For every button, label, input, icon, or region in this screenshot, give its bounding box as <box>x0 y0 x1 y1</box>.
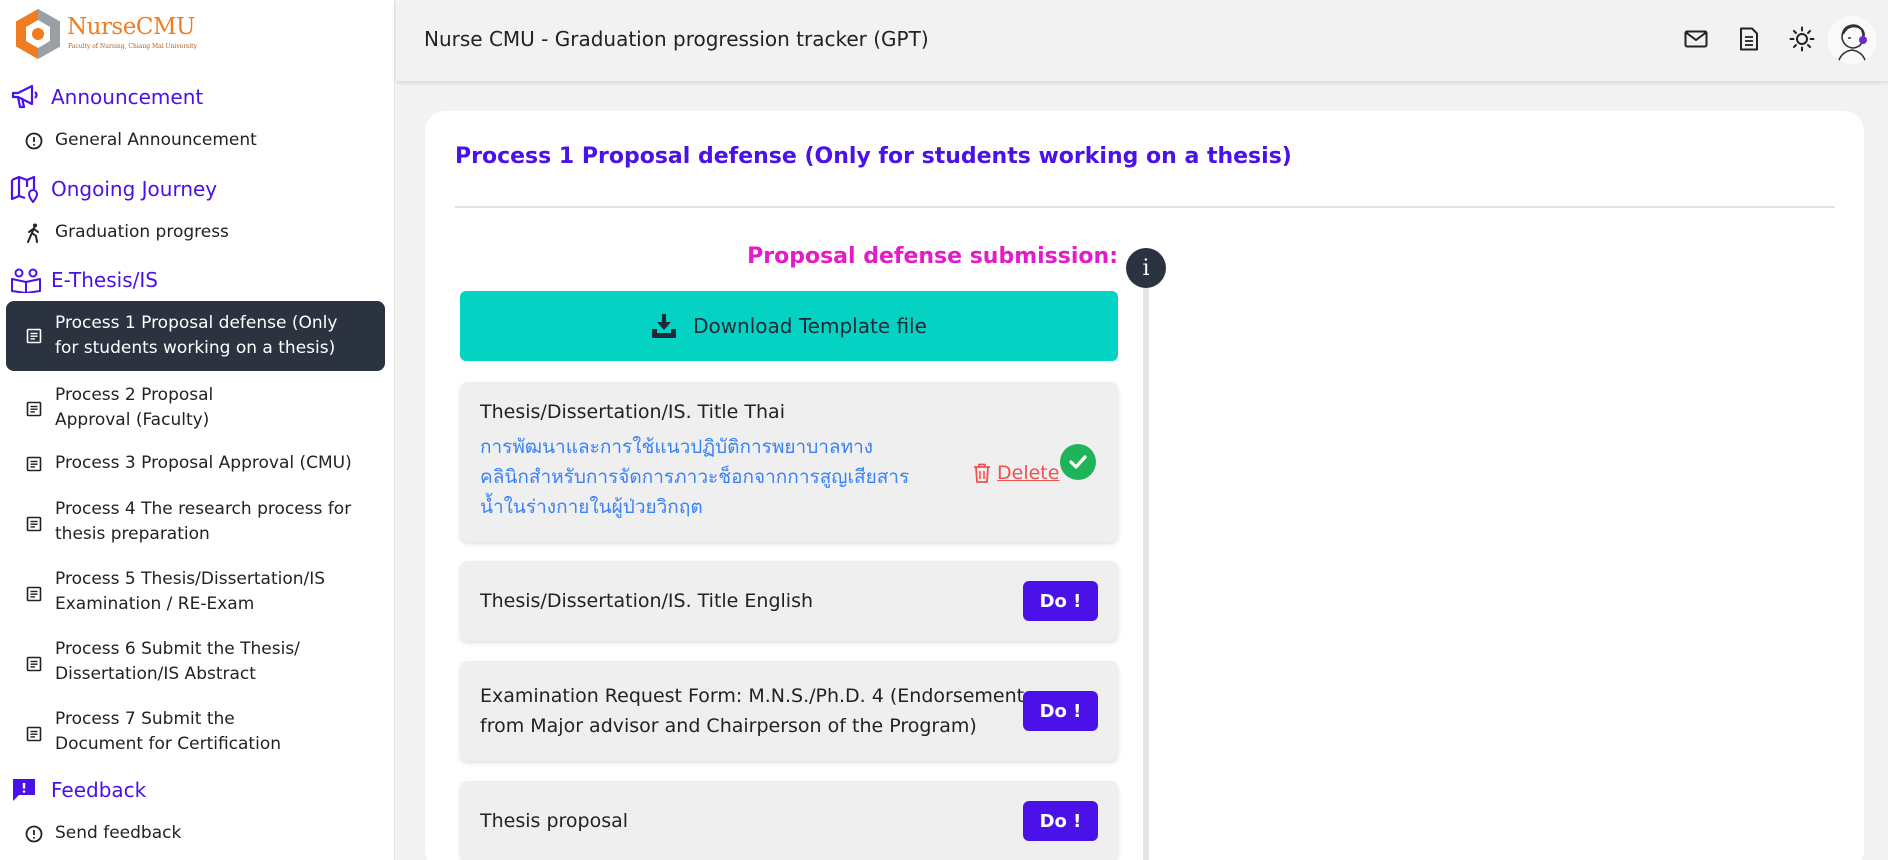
step-title-thai: Thesis/Dissertation/IS. Title Thai การพั… <box>460 382 1118 542</box>
sidebar-item-label: General Announcement <box>55 130 257 150</box>
info-glyph: i <box>1142 255 1150 281</box>
hexagon-logo-icon <box>16 9 60 59</box>
sidebar-item-label: Send feedback <box>55 823 182 843</box>
step-label: Thesis proposal <box>480 810 629 832</box>
title-thai-value: การพัฒนาและการใช้แนวปฏิบัติการพยาบาลทางค… <box>480 436 910 518</box>
sidebar-item-label: Process 3 Proposal Approval (CMU) <box>55 453 352 473</box>
document-icon <box>24 654 44 674</box>
document-icon <box>24 514 44 534</box>
do-button[interactable]: Do ! <box>1023 801 1098 841</box>
divider <box>455 206 1835 208</box>
document-icon <box>24 584 44 604</box>
logo-subtitle: Faculty of Nursing, Chiang Mai Universit… <box>68 43 197 50</box>
section-title: Announcement <box>51 85 204 109</box>
check-circle-icon <box>1060 444 1096 480</box>
section-announcement: Announcement <box>10 82 203 112</box>
step-examination-request-form: Examination Request Form: M.N.S./Ph.D. 4… <box>460 661 1118 761</box>
alert-circle-icon <box>24 824 44 844</box>
sidebar-item-process-6[interactable]: Process 6 Submit the Thesis/ Dissertatio… <box>6 636 385 692</box>
document-icon <box>24 326 44 346</box>
section-ongoing-journey: Ongoing Journey <box>10 174 217 204</box>
download-template-button[interactable]: Download Template file <box>460 291 1118 361</box>
delete-button[interactable]: Delete <box>973 462 1059 484</box>
step-thesis-proposal: Thesis proposal Do ! <box>460 781 1118 860</box>
section-feedback: Feedback <box>10 775 146 805</box>
sidebar-item-process-5[interactable]: Process 5 Thesis/Dissertation/IS Examina… <box>6 566 385 622</box>
sidebar-item-graduation-progress[interactable]: Graduation progress <box>6 219 385 247</box>
section-title: Ongoing Journey <box>51 177 218 201</box>
do-button[interactable]: Do ! <box>1023 581 1098 621</box>
sidebar-item-label: Process 2 Proposal Approval (Faculty) <box>55 385 214 430</box>
info-icon[interactable]: i <box>1126 248 1166 288</box>
walking-icon <box>24 223 44 243</box>
logo-name: NurseCMU <box>67 14 195 40</box>
sidebar-item-process-4[interactable]: Process 4 The research process for thesi… <box>6 496 385 552</box>
timeline-line <box>1143 288 1149 860</box>
document-list-icon[interactable] <box>1736 26 1762 52</box>
sidebar-item-label: Process 7 Submit the Document for Certif… <box>55 709 281 754</box>
step-label: Thesis/Dissertation/IS. Title Thai <box>480 401 785 423</box>
sidebar-item-label: Process 6 Submit the Thesis/ Dissertatio… <box>55 639 300 684</box>
trash-icon <box>974 463 990 483</box>
main-card: Process 1 Proposal defense (Only for stu… <box>425 111 1864 860</box>
sidebar: NurseCMU Faculty of Nursing, Chiang Mai … <box>0 0 395 860</box>
user-avatar[interactable] <box>1828 16 1876 64</box>
step-label: Thesis/Dissertation/IS. Title English <box>480 590 814 612</box>
sidebar-item-general-announcement[interactable]: General Announcement <box>6 127 385 155</box>
page-title: Process 1 Proposal defense (Only for stu… <box>455 144 1292 169</box>
document-icon <box>24 454 44 474</box>
sidebar-item-process-7[interactable]: Process 7 Submit the Document for Certif… <box>6 706 385 762</box>
do-button[interactable]: Do ! <box>1023 691 1098 731</box>
nursecmu-logo[interactable]: NurseCMU Faculty of Nursing, Chiang Mai … <box>14 8 197 60</box>
download-label: Download Template file <box>693 314 927 338</box>
section-title: Feedback <box>51 778 147 802</box>
alert-circle-icon <box>24 131 44 151</box>
sidebar-item-process-2[interactable]: Process 2 Proposal Approval (Faculty) <box>6 381 385 437</box>
megaphone-icon <box>10 82 42 112</box>
sidebar-item-label: Process 5 Thesis/Dissertation/IS Examina… <box>55 569 326 614</box>
step-label: Examination Request Form: M.N.S./Ph.D. 4… <box>480 685 1025 737</box>
section-title: E-Thesis/IS <box>51 268 158 292</box>
document-icon <box>24 724 44 744</box>
download-icon <box>652 314 677 338</box>
sidebar-item-label: Graduation progress <box>55 222 229 242</box>
avatar-illustration-icon <box>1828 16 1876 64</box>
sidebar-item-label: Process 1 Proposal defense (Only for stu… <box>55 313 338 358</box>
delete-label: Delete <box>997 462 1060 484</box>
sidebar-item-label: Process 4 The research process for thesi… <box>55 499 352 544</box>
app-title: Nurse CMU - Graduation progression track… <box>424 27 929 51</box>
step-title-english: Thesis/Dissertation/IS. Title English Do… <box>460 561 1118 641</box>
feedback-icon <box>10 775 42 805</box>
document-icon <box>24 399 44 419</box>
sun-icon[interactable] <box>1789 26 1815 52</box>
sidebar-item-process-1[interactable]: Process 1 Proposal defense (Only for stu… <box>6 301 385 371</box>
sidebar-item-send-feedback[interactable]: Send feedback <box>6 820 385 848</box>
map-icon <box>10 174 42 204</box>
book-reader-icon <box>10 265 42 295</box>
section-e-thesis: E-Thesis/IS <box>10 265 158 295</box>
sidebar-item-process-3[interactable]: Process 3 Proposal Approval (CMU) <box>6 450 385 478</box>
mail-icon[interactable] <box>1683 26 1709 52</box>
submission-label: Proposal defense submission: <box>747 244 1118 269</box>
top-header: Nurse CMU - Graduation progression track… <box>396 0 1888 81</box>
